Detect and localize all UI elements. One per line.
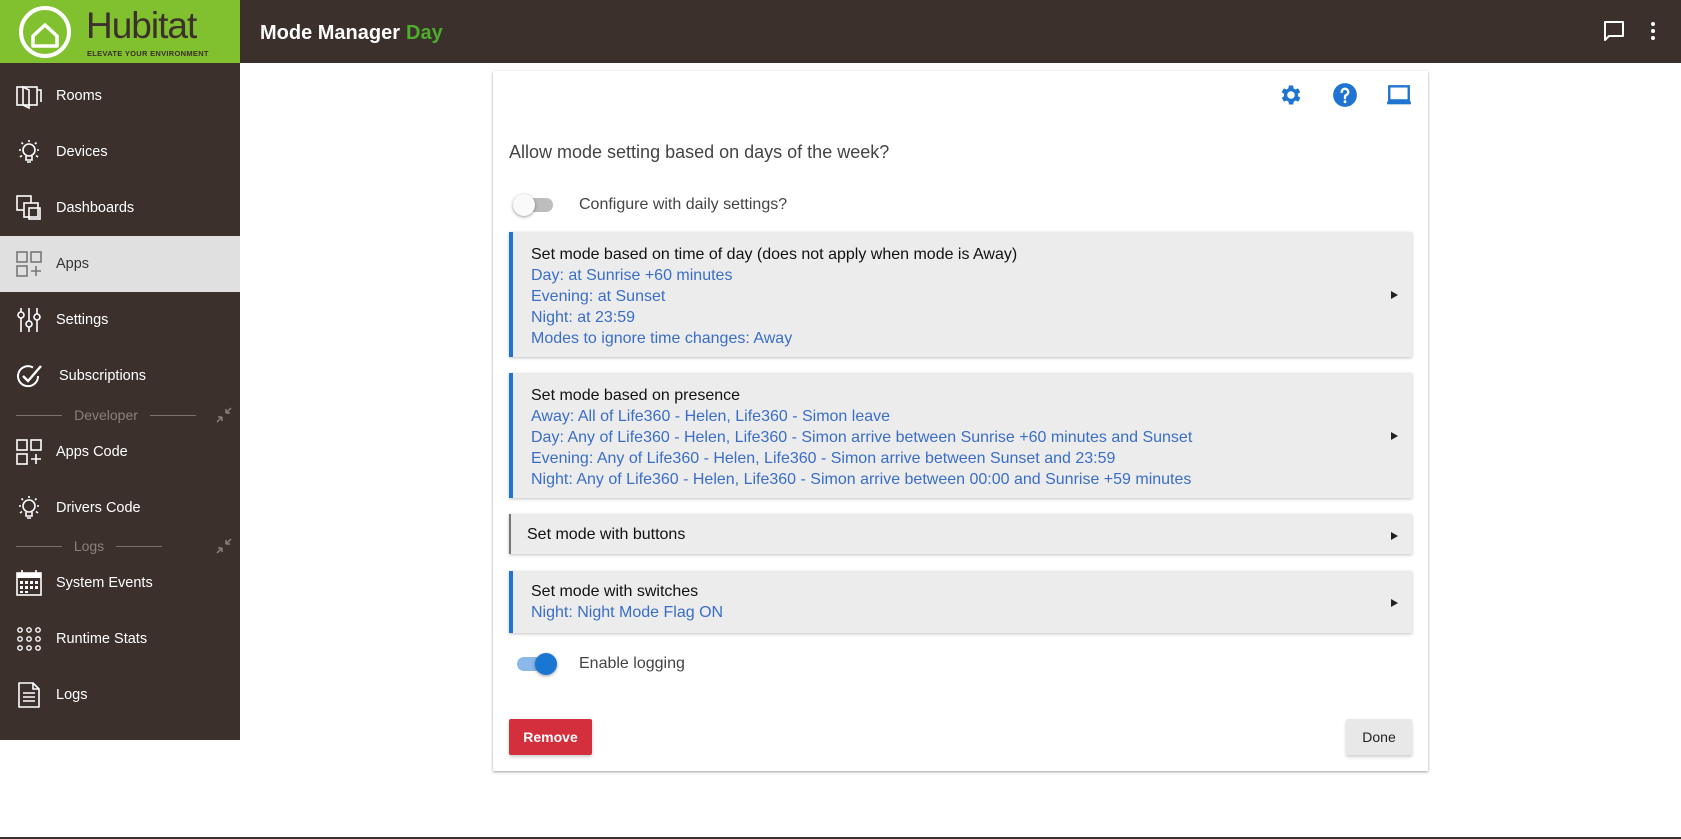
- help-icon[interactable]: [1332, 82, 1358, 108]
- daily-settings-switch[interactable]: [513, 194, 553, 216]
- sidebar: Rooms Devices Dashboards Apps Settings S…: [0, 63, 240, 740]
- hubitat-logo[interactable]: Hubitat ELEVATE YOUR ENVIRONMENT: [0, 0, 240, 63]
- expand-arrow-icon: [1391, 532, 1398, 540]
- feedback-button[interactable]: [1599, 16, 1629, 46]
- section-title: Set mode based on time of day (does not …: [531, 246, 1018, 263]
- logging-switch[interactable]: [517, 653, 557, 675]
- house-logo-icon: [19, 6, 71, 58]
- section-title: Set mode based on presence: [531, 387, 741, 404]
- logs-divider: Logs: [16, 536, 163, 556]
- laptop-icon[interactable]: [1386, 82, 1412, 108]
- expand-arrow-icon: [1391, 291, 1398, 299]
- apps-icon: [16, 251, 42, 277]
- rooms-icon: [16, 85, 42, 110]
- presence-section[interactable]: Set mode based on presence Away: All of …: [509, 373, 1412, 498]
- sidebar-item-system-events[interactable]: System Events: [0, 555, 240, 611]
- section-line: Modes to ignore time changes: Away: [531, 330, 793, 347]
- section-title: Set mode with buttons: [527, 526, 686, 543]
- app-name: Mode Manager: [260, 22, 401, 44]
- section-line: Day: Any of Life360 - Helen, Life360 - S…: [531, 429, 1193, 446]
- current-mode: Day: [406, 22, 443, 44]
- logging-toggle[interactable]: Enable logging: [517, 651, 685, 677]
- buttons-section[interactable]: Set mode with buttons: [509, 514, 1412, 554]
- expand-arrow-icon: [1391, 599, 1398, 607]
- mode-manager-card: Allow mode setting based on days of the …: [493, 71, 1428, 771]
- sidebar-item-label: Rooms: [56, 88, 102, 104]
- developer-label: Developer: [74, 407, 138, 423]
- dashboards-icon: [16, 195, 41, 220]
- sliders-icon: [17, 308, 41, 332]
- switches-section[interactable]: Set mode with switches Night: Night Mode…: [509, 571, 1412, 633]
- sidebar-item-label: Settings: [56, 312, 109, 328]
- sidebar-item-label: Apps Code: [56, 444, 128, 460]
- section-line: Away: All of Life360 - Helen, Life360 - …: [531, 408, 891, 425]
- more-menu-button[interactable]: [1638, 16, 1668, 46]
- section-line: Evening: at Sunset: [531, 288, 666, 305]
- sidebar-item-label: System Events: [56, 575, 153, 591]
- sidebar-item-settings[interactable]: Settings: [0, 292, 240, 348]
- sidebar-item-drivers-code[interactable]: Drivers Code: [0, 480, 240, 536]
- check-circle-icon: [17, 365, 42, 388]
- sidebar-item-devices[interactable]: Devices: [0, 124, 240, 180]
- gear-icon[interactable]: [1278, 82, 1304, 108]
- section-title: Set mode with switches: [531, 583, 699, 600]
- sidebar-item-apps[interactable]: Apps: [0, 236, 240, 292]
- section-line: Night: Any of Life360 - Helen, Life360 -…: [531, 471, 1192, 488]
- logging-label: Enable logging: [579, 655, 685, 672]
- sidebar-item-rooms[interactable]: Rooms: [0, 68, 240, 124]
- logo-wordmark: Hubitat: [86, 5, 197, 46]
- sidebar-item-apps-code[interactable]: Apps Code: [0, 424, 240, 480]
- collapse-logs-icon[interactable]: [214, 536, 234, 556]
- section-line: Night: at 23:59: [531, 309, 636, 326]
- remove-button[interactable]: Remove: [509, 719, 592, 755]
- grid-dots-icon: [17, 627, 41, 651]
- days-of-week-question: Allow mode setting based on days of the …: [509, 142, 890, 162]
- daily-settings-label: Configure with daily settings?: [579, 196, 788, 213]
- bulb-icon: [19, 140, 39, 163]
- section-line: Evening: Any of Life360 - Helen, Life360…: [531, 450, 1116, 467]
- collapse-developer-icon[interactable]: [214, 405, 234, 425]
- sidebar-item-label: Runtime Stats: [56, 631, 148, 647]
- logo-tagline: ELEVATE YOUR ENVIRONMENT: [87, 49, 209, 58]
- sidebar-item-label: Drivers Code: [56, 500, 141, 516]
- page-title: Mode Manager Day: [260, 22, 443, 45]
- developer-divider: Developer: [16, 405, 197, 425]
- chat-icon: [1604, 21, 1624, 41]
- done-button[interactable]: Done: [1346, 719, 1412, 755]
- sidebar-item-label: Devices: [56, 144, 108, 160]
- section-line: Day: at Sunrise +60 minutes: [531, 267, 733, 284]
- expand-arrow-icon: [1391, 432, 1398, 440]
- top-bar: Hubitat ELEVATE YOUR ENVIRONMENT Mode Ma…: [0, 0, 1681, 63]
- calendar-icon: [16, 570, 42, 596]
- sidebar-item-subscriptions[interactable]: Subscriptions: [0, 348, 240, 404]
- apps-code-icon: [16, 439, 42, 465]
- document-icon: [18, 682, 40, 708]
- section-line: Night: Night Mode Flag ON: [531, 604, 724, 621]
- sidebar-item-logs[interactable]: Logs: [0, 667, 240, 723]
- time-of-day-section[interactable]: Set mode based on time of day (does not …: [509, 232, 1412, 357]
- logs-label: Logs: [73, 538, 105, 554]
- more-vert-icon: [1651, 22, 1655, 40]
- daily-settings-toggle[interactable]: Configure with daily settings?: [513, 192, 788, 218]
- sidebar-item-label: Dashboards: [56, 200, 135, 216]
- bulb-icon: [19, 496, 39, 519]
- sidebar-item-label: Logs: [56, 687, 88, 703]
- sidebar-item-label: Apps: [56, 256, 90, 272]
- sidebar-item-runtime-stats[interactable]: Runtime Stats: [0, 611, 240, 667]
- sidebar-item-dashboards[interactable]: Dashboards: [0, 180, 240, 236]
- sidebar-item-label: Subscriptions: [59, 368, 147, 384]
